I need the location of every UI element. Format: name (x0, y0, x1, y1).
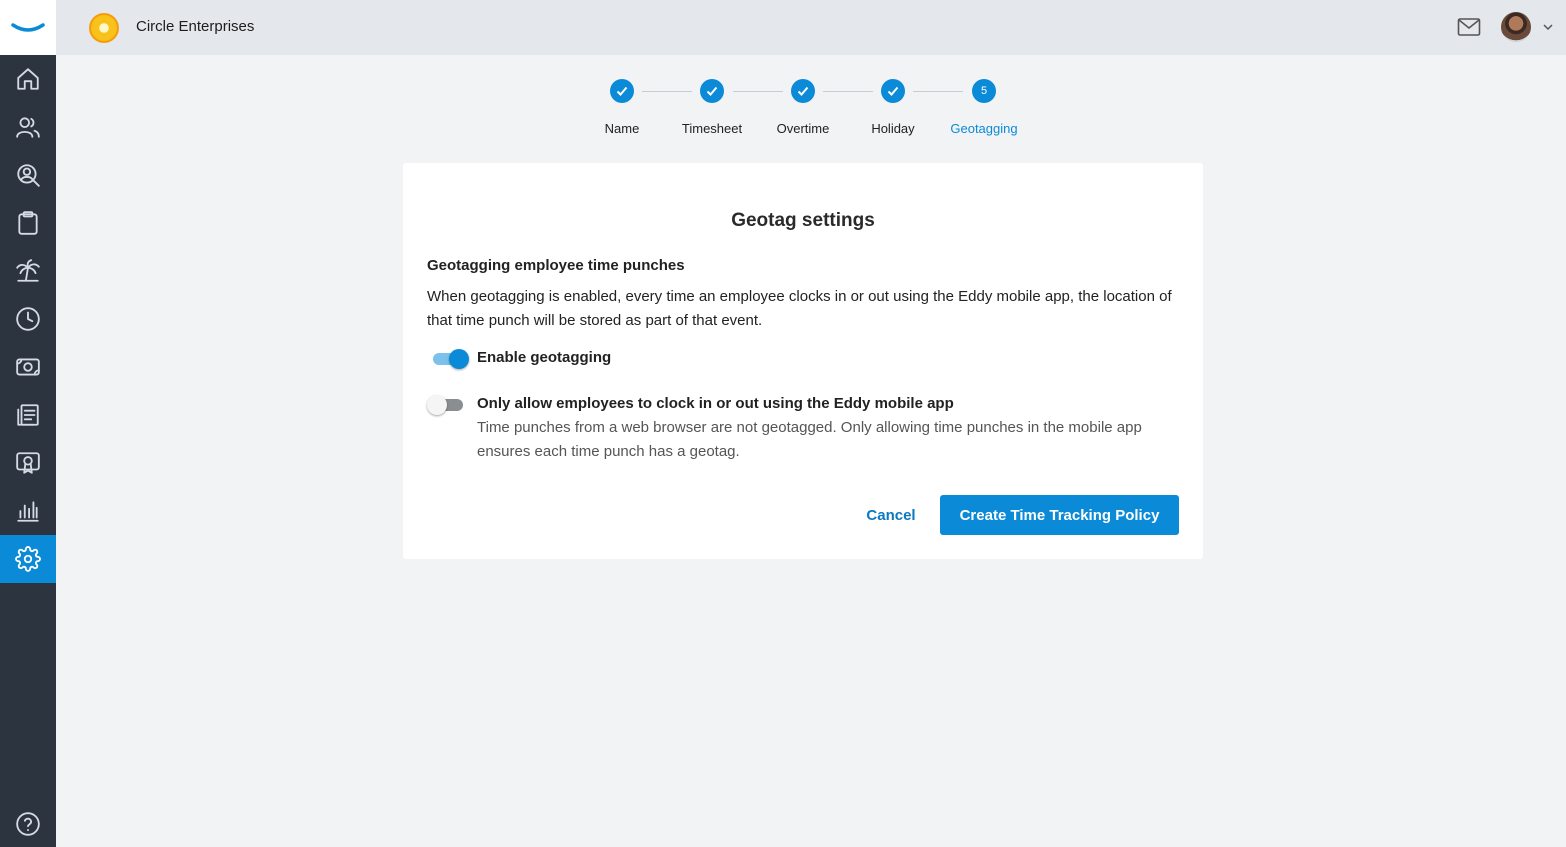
toggle-knob (449, 349, 469, 369)
mobile-only-toggle[interactable] (427, 395, 465, 415)
checkmark-icon (706, 86, 718, 96)
cancel-button[interactable]: Cancel (858, 495, 924, 535)
sidebar-item-time[interactable] (0, 295, 56, 343)
section-description: When geotagging is enabled, every time a… (427, 288, 1172, 329)
step-3-indicator[interactable] (791, 79, 815, 103)
step-label-holiday[interactable]: Holiday (843, 121, 943, 136)
sidebar-item-training[interactable] (0, 439, 56, 487)
step-connector (642, 91, 692, 92)
money-icon (16, 358, 40, 376)
clock-icon (16, 307, 40, 331)
chevron-down-icon[interactable] (1542, 21, 1554, 33)
sidebar-item-settings[interactable] (0, 535, 56, 583)
checkmark-icon (797, 86, 809, 96)
step-1-indicator[interactable] (610, 79, 634, 103)
toggle-knob (427, 395, 447, 415)
checkmark-icon (887, 86, 899, 96)
step-connector (733, 91, 783, 92)
app-logo[interactable] (0, 0, 56, 55)
step-2-indicator[interactable] (700, 79, 724, 103)
home-icon (17, 68, 39, 90)
top-bar: Circle Enterprises (56, 0, 1566, 55)
step-connector (913, 91, 963, 92)
eddy-logo-icon (11, 22, 45, 32)
user-avatar[interactable] (1501, 12, 1531, 42)
step-label-geotagging[interactable]: Geotagging (934, 121, 1034, 136)
sidebar-item-clipboard[interactable] (0, 199, 56, 247)
sidebar-item-reports[interactable] (0, 487, 56, 535)
people-icon (16, 117, 40, 138)
sidebar-item-payroll[interactable] (0, 343, 56, 391)
person-search-icon (17, 164, 40, 187)
gear-icon (15, 546, 41, 572)
geotag-settings-card: Geotag settings Geotagging employee time… (403, 163, 1203, 559)
sidebar-item-search-people[interactable] (0, 151, 56, 199)
mobile-only-help-text: Time punches from a web browser are not … (477, 419, 1142, 460)
sidebar-item-time-off[interactable] (0, 247, 56, 295)
bar-chart-icon (17, 501, 39, 522)
sidebar-item-help[interactable] (0, 800, 56, 847)
section-title: Geotagging employee time punches (427, 257, 685, 274)
step-label-overtime[interactable]: Overtime (753, 121, 853, 136)
enable-geotagging-label: Enable geotagging (477, 349, 612, 366)
sidebar-item-documents[interactable] (0, 391, 56, 439)
clipboard-icon (18, 211, 38, 235)
enable-geotagging-toggle[interactable] (431, 349, 469, 369)
step-4-indicator[interactable] (881, 79, 905, 103)
checkmark-icon (616, 86, 628, 96)
card-title: Geotag settings (731, 210, 875, 231)
step-label-name[interactable]: Name (572, 121, 672, 136)
help-icon (16, 812, 40, 836)
certificate-icon (16, 452, 40, 474)
mail-icon[interactable] (1457, 16, 1481, 38)
documents-icon (17, 404, 39, 426)
palm-tree-icon (16, 259, 40, 282)
sidebar-item-home[interactable] (0, 55, 56, 103)
sidebar (0, 0, 56, 847)
step-label-timesheet[interactable]: Timesheet (662, 121, 762, 136)
company-name: Circle Enterprises (136, 18, 255, 35)
mobile-only-label: Only allow employees to clock in or out … (477, 395, 954, 412)
company-logo (89, 13, 119, 43)
step-connector (823, 91, 873, 92)
step-5-indicator[interactable]: 5 (972, 79, 996, 103)
sidebar-item-people[interactable] (0, 103, 56, 151)
create-policy-button[interactable]: Create Time Tracking Policy (940, 495, 1179, 535)
